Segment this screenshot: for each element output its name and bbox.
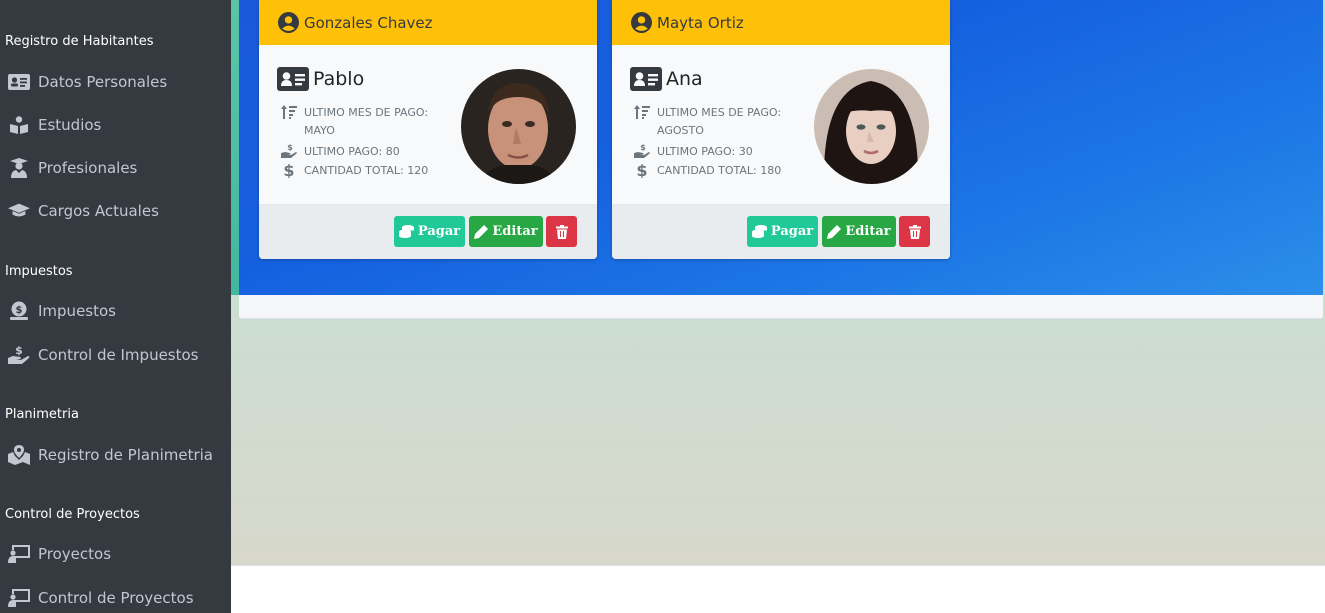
dollar-sign-icon: $ [280, 162, 298, 178]
coins-icon [751, 225, 767, 238]
info-last-payment-text: ULTIMO PAGO: 80 [304, 144, 400, 158]
info-last-month-value: AGOSTO [657, 124, 704, 137]
info-last-month-label: ULTIMO MES DE PAGO: [657, 105, 782, 119]
page-footer [231, 565, 1325, 613]
search-dollar-icon: $ [8, 301, 30, 321]
hand-holding-usd-icon: $ [633, 143, 651, 159]
card-footer: Pagar Editar [612, 204, 950, 259]
chalkboard-teacher-icon [8, 588, 30, 608]
edit-label: Editar [845, 224, 891, 239]
nav-item-proyectos[interactable]: Proyectos [0, 536, 231, 572]
edit-button[interactable]: Editar [469, 216, 543, 247]
nav-label: Control de Impuestos [38, 346, 199, 364]
nav-label: Datos Personales [38, 73, 168, 91]
card-first-name: Ana [666, 68, 703, 90]
nav-item-control-proyectos[interactable]: Control de Proyectos [0, 580, 231, 613]
card-surname: Gonzales Chavez [304, 13, 433, 32]
nav-item-cargos-actuales[interactable]: Cargos Actuales [0, 193, 231, 229]
trash-icon [908, 224, 921, 239]
card-name: Pablo [277, 67, 364, 91]
hand-holding-usd-icon: $ [8, 345, 30, 365]
user-circle-icon [631, 12, 652, 33]
section-header-planimetria: Planimetria [5, 407, 79, 422]
trash-icon [555, 224, 568, 239]
id-card-icon [630, 67, 662, 91]
user-graduate-icon [8, 158, 30, 178]
info-last-payment: $ ULTIMO PAGO: 30 [633, 143, 753, 159]
habitant-card: Mayta Ortiz Ana ULTIMO MES DE PAGO: AGOS… [612, 0, 950, 259]
info-total: $ CANTIDAD TOTAL: 120 [280, 162, 428, 178]
map-marked-icon [8, 445, 30, 465]
section-header-habitantes: Registro de Habitantes [5, 34, 154, 49]
nav-label: Registro de Planimetria [38, 446, 213, 464]
edit-button[interactable]: Editar [822, 216, 896, 247]
avatar [814, 69, 929, 184]
sort-amount-icon [280, 105, 298, 119]
card-first-name: Pablo [313, 68, 365, 90]
pencil-icon [474, 224, 489, 239]
section-header-impuestos: Impuestos [5, 264, 73, 279]
pay-button[interactable]: Pagar [394, 216, 465, 247]
pay-label: Pagar [770, 224, 814, 239]
content-left-edge [231, 0, 239, 295]
info-last-month: ULTIMO MES DE PAGO: [633, 105, 781, 119]
card-name: Ana [630, 67, 703, 91]
svg-text:$: $ [636, 162, 647, 178]
nav-label: Estudios [38, 116, 102, 134]
card-surname: Mayta Ortiz [657, 13, 744, 32]
book-reader-icon [8, 115, 30, 135]
info-total-text: CANTIDAD TOTAL: 120 [304, 163, 429, 177]
pay-label: Pagar [417, 224, 461, 239]
nav-item-impuestos[interactable]: $ Impuestos [0, 293, 231, 329]
sort-amount-icon [633, 105, 651, 119]
graduation-cap-icon [8, 201, 30, 221]
info-last-month-label: ULTIMO MES DE PAGO: [304, 105, 429, 119]
info-total-text: CANTIDAD TOTAL: 180 [657, 163, 782, 177]
delete-button[interactable] [899, 216, 930, 247]
card-footer: Pagar Editar [259, 204, 597, 259]
nav-label: Control de Proyectos [38, 589, 194, 607]
nav-item-control-impuestos[interactable]: $ Control de Impuestos [0, 337, 231, 373]
section-header-proyectos: Control de Proyectos [5, 507, 140, 522]
nav-item-registro-planimetria[interactable]: Registro de Planimetria [0, 437, 231, 473]
nav-label: Impuestos [38, 302, 116, 320]
card-body: Pablo ULTIMO MES DE PAGO: MAYO $ ULTIMO … [259, 45, 597, 204]
card-body: Ana ULTIMO MES DE PAGO: AGOSTO $ ULTIMO … [612, 45, 950, 204]
nav-label: Profesionales [38, 159, 138, 177]
edit-label: Editar [492, 224, 538, 239]
nav-item-estudios[interactable]: Estudios [0, 107, 231, 143]
hand-holding-usd-icon: $ [280, 143, 298, 159]
svg-text:$: $ [640, 143, 646, 152]
info-last-month-value: MAYO [304, 124, 335, 137]
habitant-card: Gonzales Chavez Pablo ULTIMO MES DE PAGO… [259, 0, 597, 259]
pay-button[interactable]: Pagar [747, 216, 818, 247]
info-total: $ CANTIDAD TOTAL: 180 [633, 162, 781, 178]
card-header: Gonzales Chavez [259, 0, 597, 45]
chalkboard-teacher-icon [8, 544, 30, 564]
nav-item-datos-personales[interactable]: Datos Personales [0, 64, 231, 100]
coins-icon [398, 225, 414, 238]
svg-text:$: $ [15, 345, 23, 357]
svg-text:$: $ [16, 305, 23, 316]
avatar [461, 69, 576, 184]
pencil-icon [827, 224, 842, 239]
dollar-sign-icon: $ [633, 162, 651, 178]
id-card-icon [8, 72, 30, 92]
user-circle-icon [278, 12, 299, 33]
info-last-payment-text: ULTIMO PAGO: 30 [657, 144, 753, 158]
nav-label: Cargos Actuales [38, 202, 159, 220]
sidebar: Registro de Habitantes Datos Personales … [0, 0, 231, 613]
info-last-payment: $ ULTIMO PAGO: 80 [280, 143, 400, 159]
panel-footer [239, 295, 1323, 319]
delete-button[interactable] [546, 216, 577, 247]
nav-label: Proyectos [38, 545, 112, 563]
nav-item-profesionales[interactable]: Profesionales [0, 150, 231, 186]
svg-text:$: $ [283, 162, 294, 178]
id-card-icon [277, 67, 309, 91]
info-last-month: ULTIMO MES DE PAGO: [280, 105, 428, 119]
card-header: Mayta Ortiz [612, 0, 950, 45]
svg-text:$: $ [287, 143, 293, 152]
